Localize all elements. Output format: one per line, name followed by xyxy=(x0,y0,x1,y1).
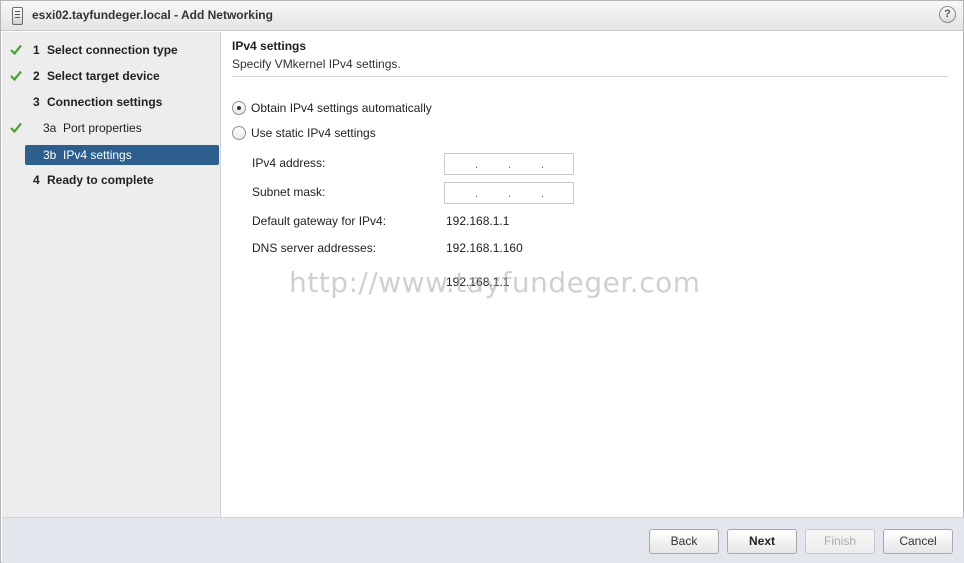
step-label: Select connection type xyxy=(47,43,178,57)
use-static-label: Use static IPv4 settings xyxy=(251,126,376,140)
cancel-button[interactable]: Cancel xyxy=(883,529,953,554)
step-label: IPv4 settings xyxy=(63,148,132,162)
dialog-title: esxi02.tayfundeger.local - Add Networkin… xyxy=(32,8,273,22)
step-number: 3b xyxy=(43,148,57,162)
page-title: IPv4 settings xyxy=(232,39,307,53)
subnet-mask-field[interactable]: . . . xyxy=(444,182,574,204)
add-networking-dialog: esxi02.tayfundeger.local - Add Networkin… xyxy=(0,0,964,563)
step-select-connection-type[interactable]: 1 Select connection type xyxy=(2,40,219,60)
step-number: 2 xyxy=(33,69,40,83)
watermark-text: http://www.tayfundeger.com xyxy=(289,266,701,299)
check-icon xyxy=(10,40,24,60)
page-subtitle: Specify VMkernel IPv4 settings. xyxy=(232,57,401,71)
step-number: 4 xyxy=(33,173,40,187)
step-label: Select target device xyxy=(47,69,160,83)
dns-server-value: 192.168.1.160 xyxy=(446,241,523,255)
dns-servers-label: DNS server addresses: xyxy=(252,241,377,255)
back-button[interactable]: Back xyxy=(649,529,719,554)
step-label: Connection settings xyxy=(47,95,163,109)
header-divider xyxy=(232,76,948,77)
default-gateway-value: 192.168.1.1 xyxy=(446,214,510,228)
server-icon xyxy=(12,7,23,25)
step-connection-settings[interactable]: 3 Connection settings xyxy=(2,92,219,112)
next-button[interactable]: Next xyxy=(727,529,797,554)
subnet-mask-label: Subnet mask: xyxy=(252,185,326,199)
step-label: Ready to complete xyxy=(47,173,154,187)
step-number: 3 xyxy=(33,95,40,109)
step-ipv4-settings[interactable]: 3b IPv4 settings xyxy=(25,145,219,165)
dialog-footer: Back Next Finish Cancel xyxy=(2,517,964,563)
step-port-properties[interactable]: 3a Port properties xyxy=(2,118,219,138)
step-select-target-device[interactable]: 2 Select target device xyxy=(2,66,219,86)
check-icon xyxy=(10,118,24,138)
radio-button[interactable] xyxy=(232,126,246,140)
step-number: 1 xyxy=(33,43,40,57)
help-icon[interactable]: ? xyxy=(939,6,956,23)
wizard-steps-sidebar: 1 Select connection type 2 Select target… xyxy=(2,32,221,517)
radio-button-selected[interactable] xyxy=(232,101,246,115)
ipv4-address-field[interactable]: . . . xyxy=(444,153,574,175)
default-gateway-label: Default gateway for IPv4: xyxy=(252,214,387,228)
title-bar: esxi02.tayfundeger.local - Add Networkin… xyxy=(1,1,963,31)
check-icon xyxy=(10,66,24,86)
step-number: 3a xyxy=(43,121,57,135)
step-label: Port properties xyxy=(63,121,142,135)
ipv4-address-label: IPv4 address: xyxy=(252,156,326,170)
step-ready-to-complete[interactable]: 4 Ready to complete xyxy=(2,170,219,190)
obtain-automatically-label: Obtain IPv4 settings automatically xyxy=(251,101,432,115)
finish-button[interactable]: Finish xyxy=(805,529,875,554)
